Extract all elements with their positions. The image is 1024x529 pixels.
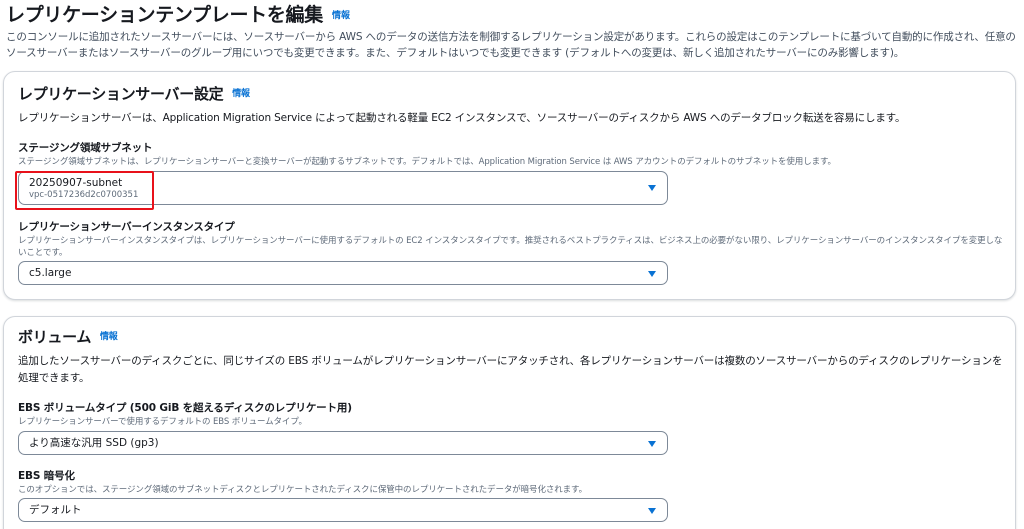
subnet-select[interactable]: 20250907-subnet vpc-0517236d2c0700351 (18, 171, 668, 205)
ebs-encryption-label: EBS 暗号化 (18, 470, 75, 482)
replication-server-settings-panel: レプリケーションサーバー設定 情報 レプリケーションサーバーは、Applicat… (3, 71, 1016, 300)
volume-panel-title-text: ボリューム (18, 328, 92, 346)
ebs-volume-type-label: EBS ボリュームタイプ (500 GiB を超えるディスクのレプリケート用) (18, 402, 352, 414)
ebs-encryption-description: このオプションでは、ステージング領域のサブネットディスクとレプリケートされたディ… (18, 485, 587, 495)
replication-panel-title: レプリケーションサーバー設定 情報 (18, 84, 250, 104)
subnet-label: ステージング領域サブネット (18, 142, 153, 154)
replication-panel-title-text: レプリケーションサーバー設定 (18, 85, 224, 103)
ebs-encryption-select[interactable]: デフォルト (18, 498, 668, 522)
volume-panel-title: ボリューム 情報 (18, 327, 118, 347)
page-title: レプリケーションテンプレートを編集 (6, 4, 323, 26)
volume-panel-description: 追加したソースサーバーのディスクごとに、同じサイズの EBS ボリュームがレプリ… (18, 355, 1003, 384)
instance-type-select-value: c5.large (29, 267, 72, 279)
caret-down-icon (648, 441, 656, 447)
ebs-volume-type-select[interactable]: より高速な汎用 SSD (gp3) (18, 431, 668, 455)
subnet-select-value: 20250907-subnet (29, 177, 123, 189)
ebs-volume-type-select-value: より高速な汎用 SSD (gp3) (29, 437, 159, 449)
subnet-select-vpc: vpc-0517236d2c0700351 (29, 190, 139, 200)
replication-panel-description: レプリケーションサーバーは、Application Migration Serv… (18, 112, 906, 124)
replication-info-link[interactable]: 情報 (232, 89, 250, 99)
caret-down-icon (648, 271, 656, 277)
page-description: このコンソールに追加されたソースサーバーには、ソースサーバーから AWS へのデ… (6, 31, 1016, 59)
volume-info-link[interactable]: 情報 (100, 332, 118, 342)
page-info-link[interactable]: 情報 (332, 11, 350, 21)
volume-panel: ボリューム 情報 追加したソースサーバーのディスクごとに、同じサイズの EBS … (3, 316, 1016, 529)
instance-type-description: レプリケーションサーバーインスタンスタイプは、レプリケーションサーバーに使用する… (18, 236, 1003, 258)
subnet-description: ステージング領域サブネットは、レプリケーションサーバーと変換サーバーが起動するサ… (18, 157, 836, 167)
instance-type-select[interactable]: c5.large (18, 261, 668, 285)
instance-type-label: レプリケーションサーバーインスタンスタイプ (18, 221, 235, 233)
ebs-volume-type-description: レプリケーションサーバーで使用するデフォルトの EBS ボリュームタイプ。 (18, 417, 307, 427)
page-header: レプリケーションテンプレートを編集 情報 このコンソールに追加されたソースサーバ… (6, 2, 1018, 61)
caret-down-icon (648, 185, 656, 191)
caret-down-icon (648, 508, 656, 514)
ebs-encryption-select-value: デフォルト (29, 504, 82, 516)
